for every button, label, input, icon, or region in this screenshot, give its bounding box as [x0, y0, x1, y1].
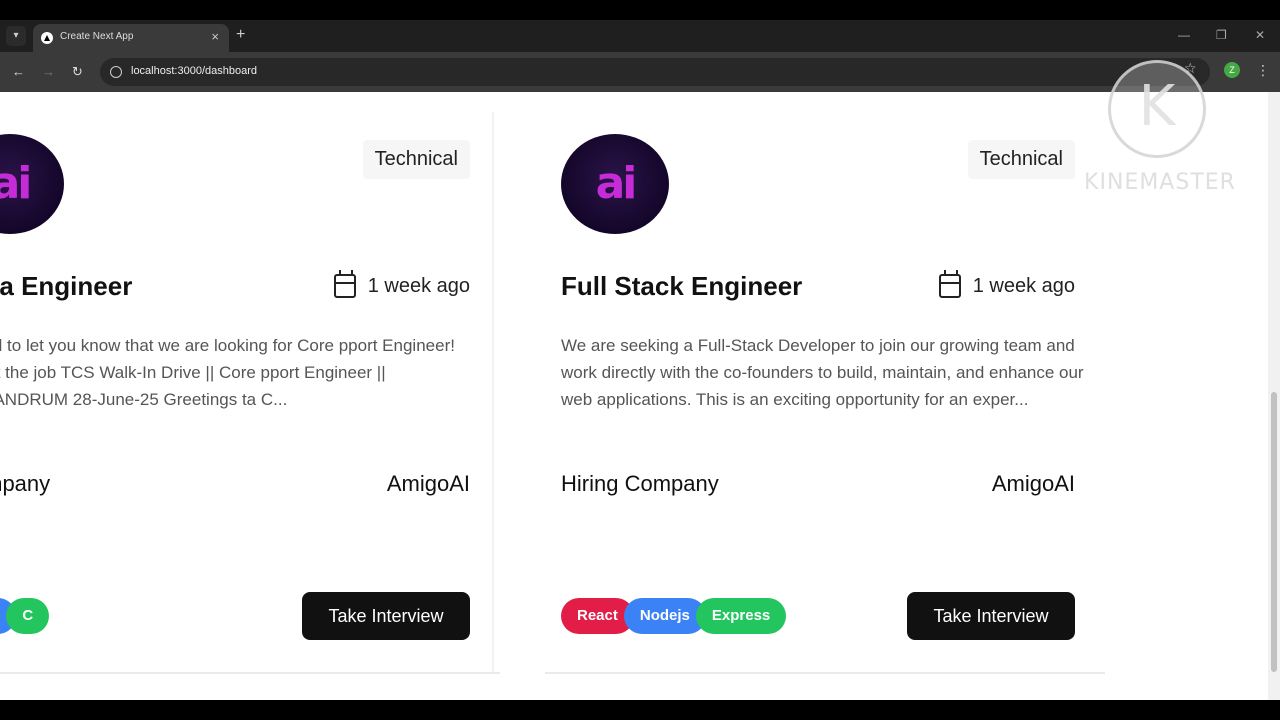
posted-date: 1 week ago — [333, 270, 470, 298]
url-text: localhost:3000/dashboard — [131, 65, 257, 77]
card-border — [545, 672, 1105, 674]
posted-date: 1 week ago — [938, 270, 1075, 298]
bottom-black-bar — [0, 700, 1280, 720]
reload-button[interactable]: ↻ — [72, 64, 83, 80]
skill-tags: React Nodejs Express — [561, 598, 787, 634]
company-name: AmigoAI — [991, 471, 1075, 496]
calendar-icon — [333, 270, 356, 298]
skill-tags: C++ C — [0, 598, 50, 634]
tab-strip: ▾ Create Next App × + — ❐ ✕ — [0, 20, 1280, 52]
company-label: Hiring Company — [561, 471, 719, 496]
tab-search-button[interactable]: ▾ — [6, 26, 26, 46]
skill-tag: Nodejs — [623, 598, 706, 634]
company-name: AmigoAI — [386, 471, 470, 496]
new-tab-button[interactable]: + — [236, 26, 245, 44]
interview-type-badge: Technical — [362, 140, 470, 179]
job-card: ai Technical Java Engineer 1 week ago el… — [0, 116, 500, 676]
company-logo: ai — [561, 134, 669, 234]
interview-type-badge: Technical — [967, 140, 1075, 179]
watermark-text: KINEMASTER — [1084, 170, 1236, 195]
company-logo: ai — [0, 134, 64, 234]
restore-button[interactable]: ❐ — [1216, 28, 1227, 42]
skill-tag: React — [561, 598, 634, 634]
job-description: We are seeking a Full-Stack Developer to… — [561, 336, 1084, 409]
tab-title: Create Next App — [60, 31, 134, 42]
tab-close-icon[interactable]: × — [211, 29, 219, 44]
site-info-icon[interactable] — [110, 66, 122, 78]
scrollbar-thumb[interactable] — [1271, 392, 1277, 672]
browser-menu-icon[interactable]: ⋮ — [1256, 62, 1270, 79]
skill-tag: C — [6, 598, 50, 634]
job-title: Java Engineer — [0, 271, 133, 301]
kinemaster-watermark: K KINEMASTER — [1075, 60, 1245, 210]
browser-tab[interactable]: Create Next App × — [33, 24, 229, 52]
minimize-button[interactable]: — — [1178, 28, 1190, 42]
nextjs-favicon-icon — [41, 32, 53, 44]
back-button[interactable]: ← — [12, 64, 25, 79]
forward-button[interactable]: → — [42, 64, 55, 79]
company-label: Company — [0, 471, 51, 496]
job-description: elated to let you know that we are looki… — [0, 336, 455, 409]
take-interview-button[interactable]: Take Interview — [907, 592, 1075, 640]
close-window-button[interactable]: ✕ — [1255, 28, 1265, 42]
calendar-icon — [938, 270, 961, 298]
page-scrollbar[interactable] — [1268, 92, 1280, 700]
watermark-k-glyph: K — [1138, 74, 1176, 139]
posted-text: 1 week ago — [367, 274, 470, 297]
card-border — [0, 672, 500, 674]
posted-text: 1 week ago — [972, 274, 1075, 297]
take-interview-button[interactable]: Take Interview — [302, 592, 470, 640]
job-card: ai Technical Full Stack Engineer 1 week … — [545, 116, 1105, 676]
logo-glyph: ai — [595, 158, 638, 209]
skill-tag: Express — [695, 598, 787, 634]
logo-glyph: ai — [0, 158, 32, 209]
top-black-bar — [0, 0, 1280, 20]
job-title: Full Stack Engineer — [561, 271, 803, 301]
address-bar[interactable]: localhost:3000/dashboard — [100, 58, 1210, 86]
